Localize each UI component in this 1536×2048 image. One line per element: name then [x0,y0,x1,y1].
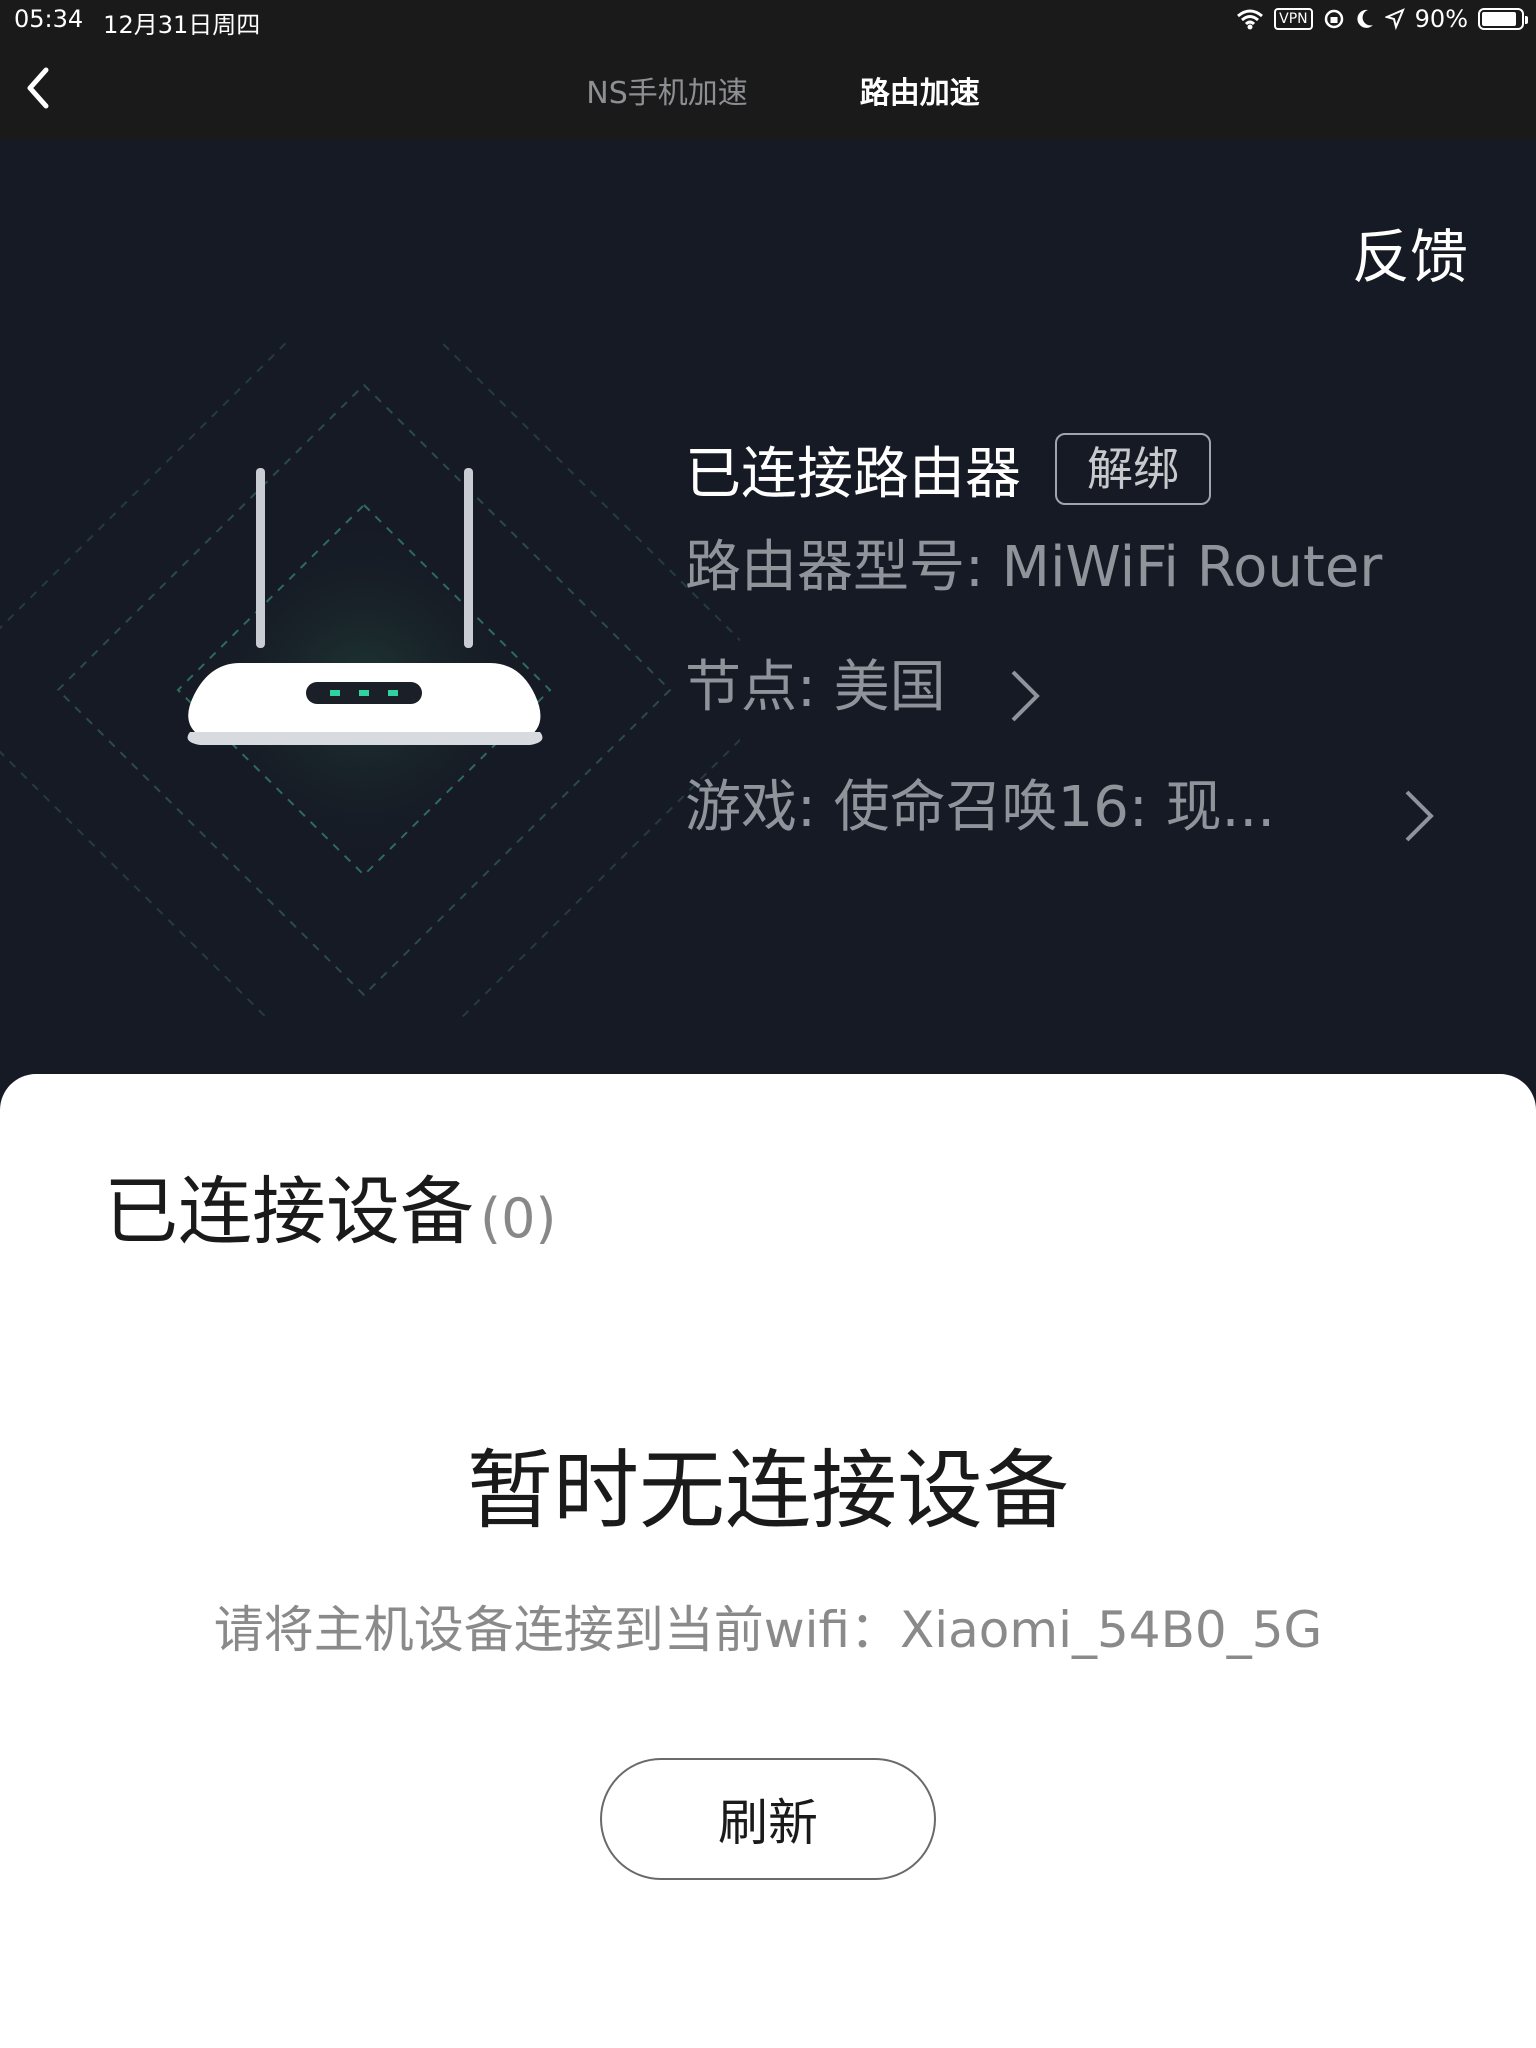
devices-count: (0) [480,1187,557,1250]
router-title-row: 已连接路由器 解绑 [685,430,1505,508]
nav-bar: NS手机加速 路由加速 [0,40,1536,140]
battery-fill [1482,12,1517,26]
wifi-icon [1237,9,1264,30]
tab-bar: NS手机加速 路由加速 [0,68,1536,112]
unbind-button[interactable]: 解绑 [1055,433,1211,505]
devices-title-text: 已连接设备 [104,1169,474,1255]
node-text: 节点: 美国 [685,655,946,720]
moon-icon [1357,9,1373,28]
game-row[interactable]: 游戏: 使命召唤16: 现... [685,748,1505,868]
chevron-right-icon [1405,790,1434,842]
chevron-right-icon [1011,670,1040,722]
location-arrow-icon [1384,8,1405,30]
empty-state-hint: 请将主机设备连接到当前wifi：Xiaomi_54B0_5G [213,1601,1323,1659]
tab-router-accel[interactable]: 路由加速 [830,68,980,112]
battery-percent: 90% [1414,5,1468,33]
router-connected-title: 已连接路由器 [685,441,1021,507]
status-right: VPN 90% [1236,5,1528,33]
vpn-icon: VPN [1274,8,1313,30]
router-model-text: 路由器型号: MiWiFi Router [685,535,1383,600]
status-time: 05:34 [14,5,84,33]
router-icon [0,340,740,1020]
game-text: 游戏: 使命召唤16: 现... [685,775,1275,840]
connected-devices-sheet: 已连接设备 (0) 暂时无连接设备 请将主机设备连接到当前wifi：Xiaomi_… [0,1074,1536,2048]
devices-title: 已连接设备 (0) [104,1152,557,1259]
node-row[interactable]: 节点: 美国 [685,628,1505,748]
feedback-button[interactable]: 反馈 [1352,210,1468,294]
rotation-lock-icon [1324,9,1343,29]
status-bar: 05:34 12月31日周四 VPN 90% [0,0,1536,40]
router-panel: 反馈 已连接路由器 解绑 路由器型号: MiWiFi Router 节点: 美国… [0,140,1536,1140]
tab-ns-phone-accel[interactable]: NS手机加速 [556,68,747,112]
router-info: 已连接路由器 解绑 路由器型号: MiWiFi Router 节点: 美国 游戏… [685,430,1505,868]
status-left: 05:34 12月31日周四 [14,5,260,40]
empty-state-title: 暂时无连接设备 [467,1441,1069,1541]
battery-icon [1478,8,1528,30]
router-model: 路由器型号: MiWiFi Router [685,508,1505,628]
status-date: 12月31日周四 [103,11,261,39]
refresh-button[interactable]: 刷新 [600,1758,936,1880]
